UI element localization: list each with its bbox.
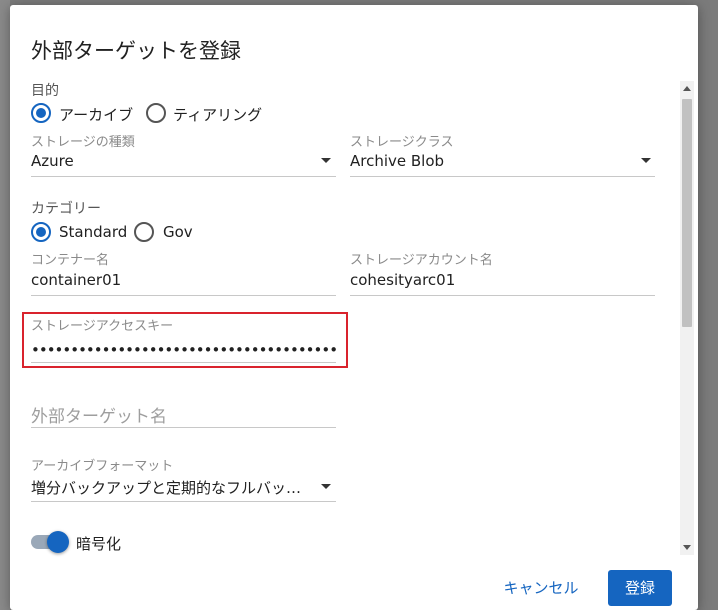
- purpose-tiering-radio[interactable]: [146, 103, 166, 123]
- access-key-input[interactable]: ••••••••••••••••••••••••••••••••••••••••…: [31, 341, 336, 359]
- category-label: カテゴリー: [31, 201, 101, 217]
- encryption-toggle-knob[interactable]: [47, 531, 69, 553]
- container-name-underline: [31, 295, 336, 296]
- purpose-tiering-label[interactable]: ティアリング: [173, 104, 262, 125]
- purpose-label: 目的: [31, 83, 59, 99]
- background-page: [0, 0, 10, 610]
- storage-account-label: ストレージアカウント名: [350, 253, 493, 268]
- storage-type-label: ストレージの種類: [31, 135, 135, 150]
- storage-class-value[interactable]: Archive Blob: [350, 152, 444, 170]
- dialog-scrollbar[interactable]: [680, 81, 694, 555]
- archive-format-underline: [31, 501, 336, 502]
- storage-class-label: ストレージクラス: [350, 135, 454, 150]
- container-name-label: コンテナー名: [31, 253, 110, 268]
- scroll-up-icon[interactable]: [683, 86, 691, 91]
- category-gov-radio[interactable]: [134, 222, 154, 242]
- container-name-input[interactable]: container01: [31, 271, 121, 289]
- storage-account-underline: [350, 295, 655, 296]
- encryption-label: 暗号化: [76, 535, 122, 553]
- chevron-down-icon[interactable]: [321, 158, 331, 163]
- access-key-label: ストレージアクセスキー: [31, 319, 174, 334]
- purpose-archive-label[interactable]: アーカイブ: [59, 104, 133, 125]
- storage-account-input[interactable]: cohesityarc01: [350, 271, 455, 289]
- archive-format-value[interactable]: 増分バックアップと定期的なフルバッ…: [31, 477, 316, 498]
- storage-type-underline: [31, 176, 336, 177]
- register-button[interactable]: 登録: [608, 570, 672, 606]
- chevron-down-icon[interactable]: [641, 158, 651, 163]
- access-key-underline: [31, 362, 336, 363]
- storage-class-underline: [350, 176, 655, 177]
- category-standard-radio[interactable]: [31, 222, 51, 242]
- scroll-down-icon[interactable]: [683, 545, 691, 550]
- category-gov-label[interactable]: Gov: [163, 223, 193, 241]
- purpose-archive-radio[interactable]: [31, 103, 51, 123]
- category-standard-label[interactable]: Standard: [59, 223, 127, 241]
- chevron-down-icon[interactable]: [321, 484, 331, 489]
- archive-format-label: アーカイブフォーマット: [31, 459, 174, 474]
- cancel-button[interactable]: キャンセル: [496, 570, 586, 606]
- external-target-name-input[interactable]: 外部ターゲット名: [31, 402, 167, 427]
- dialog-title: 外部ターゲットを登録: [31, 39, 241, 63]
- external-target-name-underline: [31, 427, 336, 428]
- storage-type-value[interactable]: Azure: [31, 152, 74, 170]
- scrollbar-thumb[interactable]: [682, 99, 692, 327]
- register-external-target-dialog: 外部ターゲットを登録 目的 アーカイブ ティアリング ストレージの種類 Azur…: [10, 5, 698, 610]
